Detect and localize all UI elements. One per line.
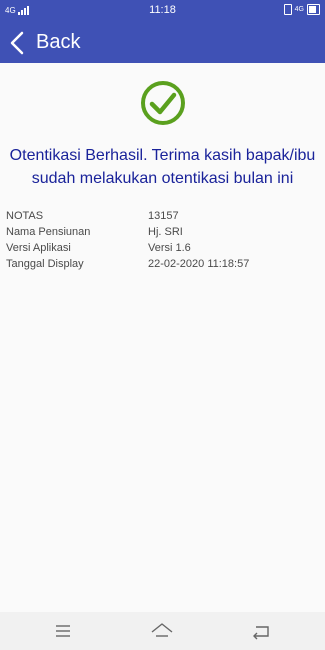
nav-back-button[interactable] [250,621,272,641]
check-circle-icon [141,81,185,125]
menu-button[interactable] [52,621,74,641]
success-message: Otentikasi Berhasil. Terima kasih bapak/… [9,147,316,187]
home-button[interactable] [151,621,173,641]
detail-label: NOTAS [6,210,44,222]
detail-label: Versi Aplikasi [6,242,71,254]
detail-value: 13157 [148,210,179,222]
menu-icon [56,625,70,637]
app-bar: Back [0,22,325,63]
detail-value: 22-02-2020 11:18:57 [148,258,250,270]
back-icon [253,626,269,640]
network-type-right: 4G [294,6,304,13]
detail-value: Hj. SRI [148,226,183,238]
detail-row-versi-aplikasi: Versi Aplikasi Versi 1.6 [6,240,316,256]
details-list: NOTAS 13157 Nama Pensiunan Hj. SRI Versi… [6,208,316,272]
status-bar: 4G 11:18 4G [0,0,325,22]
detail-row-notas: NOTAS 13157 [6,208,316,224]
detail-row-tanggal-display: Tanggal Display 22-02-2020 11:18:57 [6,256,316,272]
status-time: 11:18 [149,4,176,16]
back-label: Back [36,31,81,53]
detail-value: Versi 1.6 [148,242,191,254]
detail-row-nama-pensiunan: Nama Pensiunan Hj. SRI [6,224,316,240]
home-icon [151,623,173,637]
detail-label: Tanggal Display [6,258,84,270]
vibrate-icon [283,4,292,15]
chevron-left-icon [10,31,24,54]
status-right: 4G [283,4,320,15]
system-nav-bar [0,612,325,650]
detail-label: Nama Pensiunan [6,226,91,238]
battery-icon [307,4,320,15]
back-button[interactable]: Back [8,26,80,59]
